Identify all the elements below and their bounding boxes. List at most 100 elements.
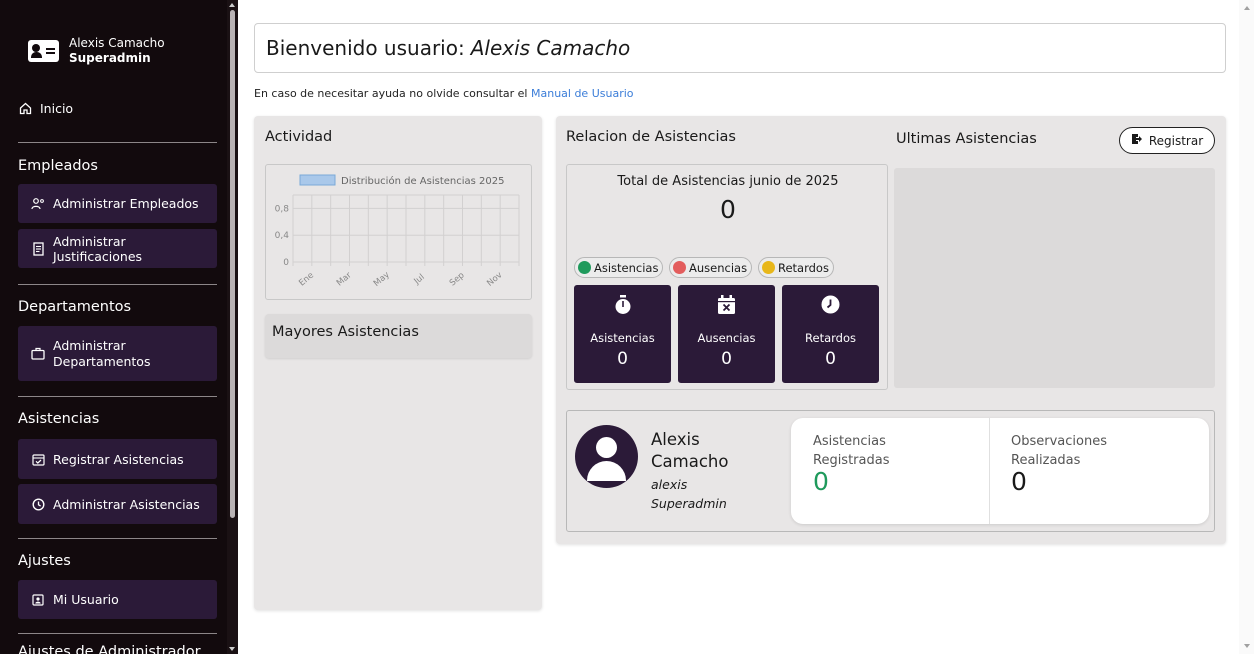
calendar-x-icon bbox=[678, 295, 775, 319]
document-icon bbox=[31, 241, 45, 256]
divider bbox=[18, 538, 217, 539]
stat-value: 0 bbox=[813, 467, 829, 496]
sidebar-item-mi-usuario[interactable]: Mi Usuario bbox=[18, 580, 217, 619]
chart-x-tick-label: Mar bbox=[335, 270, 354, 288]
chart-x-tick-label: May bbox=[372, 270, 392, 289]
clock-icon bbox=[31, 497, 45, 511]
scroll-down-arrow-icon[interactable] bbox=[229, 647, 235, 651]
manual-link[interactable]: Manual de Usuario bbox=[531, 87, 634, 100]
home-icon bbox=[18, 102, 32, 116]
register-label: Registrar bbox=[1148, 133, 1204, 148]
legend-ausencias[interactable]: Ausencias bbox=[669, 257, 753, 278]
divider bbox=[18, 142, 217, 143]
legend-retardos[interactable]: Retardos bbox=[758, 257, 834, 278]
chart-y-tick-label: 0,8 bbox=[275, 204, 290, 214]
sidebar-item-label: Administrar Asistencias bbox=[53, 496, 200, 512]
chart-svg: Distribución de Asistencias 2025 0,8 0,4 0E… bbox=[275, 174, 520, 289]
scroll-down-arrow-icon[interactable] bbox=[1244, 644, 1250, 648]
chart-x-tick-label: Jul bbox=[412, 272, 427, 287]
sidebar-item-administrar-departamentos[interactable]: Administrar Departamentos bbox=[18, 326, 217, 381]
help-text: En caso de necesitar ayuda no olvide con… bbox=[254, 87, 634, 100]
profile-role: Superadmin bbox=[651, 496, 727, 511]
profile-meta: alexis Superadmin bbox=[651, 475, 727, 513]
chart-x-tick-label: Sep bbox=[448, 270, 467, 288]
avatar-icon bbox=[575, 425, 638, 488]
relacion-title: Relacion de Asistencias bbox=[566, 129, 736, 145]
ultimas-asistencias-list bbox=[894, 168, 1215, 388]
relacion-panel: Relacion de Asistencias Ultimas Asistenc… bbox=[556, 116, 1226, 544]
stat-card-asistencias: Asistencias 0 bbox=[574, 285, 671, 383]
divider bbox=[989, 418, 990, 524]
stat-label: Asistencias bbox=[590, 331, 655, 345]
sidebar-item-administrar-empleados[interactable]: Administrar Empleados bbox=[18, 184, 217, 223]
stat-card-retardos: Retardos 0 bbox=[782, 285, 879, 383]
sidebar-item-registrar-asistencias[interactable]: Registrar Asistencias bbox=[18, 439, 217, 479]
clock-icon bbox=[782, 295, 879, 319]
welcome-prefix: Bienvenido usuario: bbox=[266, 36, 465, 60]
sidebar-scrollbar-thumb[interactable] bbox=[230, 10, 235, 518]
stat-value: 0 bbox=[825, 349, 836, 369]
profile-name: Alexis Camacho bbox=[651, 430, 729, 471]
mayores-title: Mayores Asistencias bbox=[272, 324, 419, 340]
chart-y-tick-label: 0 bbox=[283, 258, 289, 268]
activity-panel: Actividad Distribución de Asistencias 20… bbox=[254, 116, 542, 610]
chart-y-tick-label: 0,4 bbox=[275, 231, 290, 241]
stat-label: Ausencias bbox=[697, 331, 756, 345]
id-badge-icon bbox=[31, 593, 45, 607]
total-value: 0 bbox=[720, 195, 736, 224]
legend-dot bbox=[673, 261, 686, 274]
scroll-up-arrow-icon[interactable] bbox=[1244, 6, 1250, 10]
profile-card: Alexis Camacho alexis Superadmin Asisten… bbox=[566, 410, 1215, 532]
legend-label: Ausencias bbox=[689, 260, 748, 275]
stat-card-ausencias: Ausencias 0 bbox=[678, 285, 775, 383]
sidebar-item-label: Departamentos bbox=[53, 353, 151, 369]
divider bbox=[18, 633, 217, 634]
profile-username: alexis bbox=[651, 477, 688, 492]
chart-x-tick-label: Ene bbox=[297, 270, 316, 288]
welcome-user-name: Alexis Camacho bbox=[470, 36, 631, 60]
mayores-asistencias-card: Mayores Asistencias bbox=[265, 314, 532, 358]
section-empleados: Empleados bbox=[18, 158, 98, 174]
sidebar-item-administrar-justificaciones[interactable]: Administrar Justificaciones bbox=[18, 229, 217, 268]
sidebar-user-role: Superadmin bbox=[69, 51, 151, 65]
divider bbox=[18, 284, 217, 285]
stat-asistencias-registradas: Asistencias Registradas 0 bbox=[813, 432, 963, 496]
sidebar-item-label: Administrar Empleados bbox=[53, 196, 199, 211]
register-button[interactable]: Registrar bbox=[1119, 127, 1215, 154]
chart-legend-swatch bbox=[299, 174, 336, 186]
sidebar-item-label: Administrar bbox=[53, 337, 126, 353]
legend-label: Retardos bbox=[778, 260, 829, 275]
sidebar: Alexis Camacho Superadmin Inicio Emplead… bbox=[0, 0, 238, 654]
sidebar-user: Alexis Camacho Superadmin bbox=[28, 36, 165, 66]
section-departamentos: Departamentos bbox=[18, 299, 132, 315]
stat-value: 0 bbox=[617, 349, 628, 369]
sidebar-user-name: Alexis Camacho bbox=[69, 36, 165, 50]
stat-observaciones-realizadas: Observaciones Realizadas 0 bbox=[1011, 432, 1161, 494]
legend-dot bbox=[762, 261, 775, 274]
sidebar-item-label: Mi Usuario bbox=[53, 592, 119, 607]
legend-dot bbox=[578, 261, 591, 274]
chart-legend-label: Distribución de Asistencias 2025 bbox=[341, 175, 504, 187]
users-cog-icon bbox=[31, 197, 45, 211]
help-message: En caso de necesitar ayuda no olvide con… bbox=[254, 87, 528, 100]
stat-label: Retardos bbox=[805, 331, 856, 345]
briefcase-icon bbox=[31, 347, 45, 361]
stopwatch-icon bbox=[574, 295, 671, 320]
sidebar-item-label: Registrar Asistencias bbox=[53, 451, 184, 467]
legend-label: Asistencias bbox=[594, 260, 659, 275]
scroll-up-arrow-icon[interactable] bbox=[229, 3, 235, 7]
stat-value: 0 bbox=[721, 349, 732, 369]
divider bbox=[18, 396, 217, 397]
sidebar-item-inicio[interactable]: Inicio bbox=[18, 101, 73, 116]
welcome-banner: Bienvenido usuario: Alexis Camacho bbox=[254, 23, 1226, 73]
total-title: Total de Asistencias junio de 2025 bbox=[617, 174, 839, 189]
activity-chart: Distribución de Asistencias 2025 0,8 0,4 0 E… bbox=[265, 164, 532, 300]
page-scrollbar[interactable] bbox=[1239, 0, 1254, 654]
sidebar-item-label: Administrar Justificaciones bbox=[53, 233, 143, 264]
legend-asistencias[interactable]: Asistencias bbox=[574, 257, 664, 278]
section-ajustes: Ajustes bbox=[18, 553, 71, 569]
section-ajustes-administrador: Ajustes de Administrador bbox=[18, 644, 201, 654]
total-asistencias-card: Total de Asistencias junio de 2025 0 Asi… bbox=[566, 164, 888, 390]
section-asistencias: Asistencias bbox=[18, 411, 100, 427]
sidebar-item-administrar-asistencias[interactable]: Administrar Asistencias bbox=[18, 484, 217, 524]
